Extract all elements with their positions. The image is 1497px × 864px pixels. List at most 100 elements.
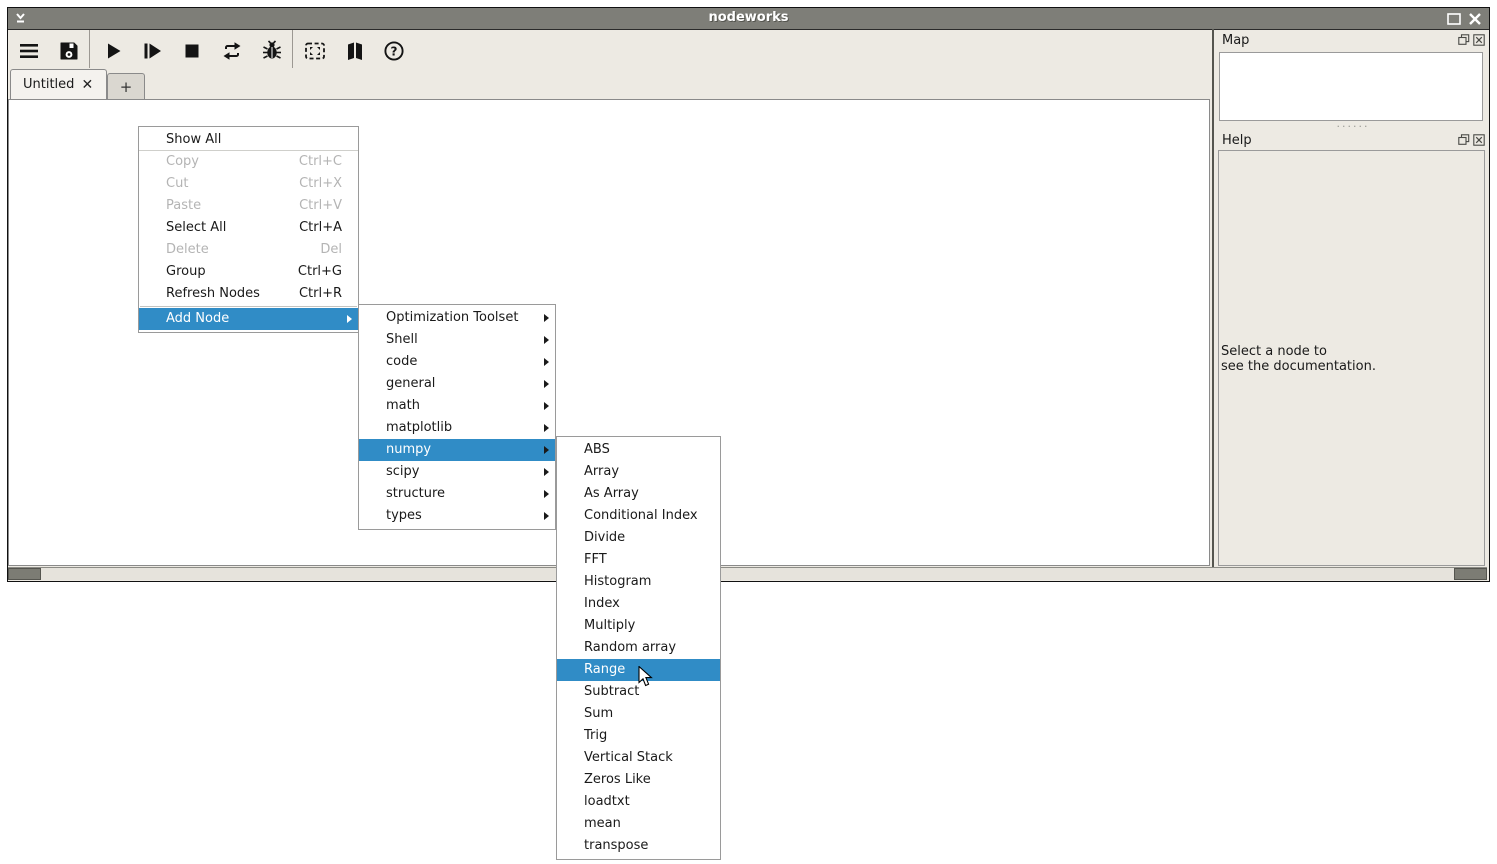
horizontal-scrollbar[interactable]: [8, 567, 1487, 580]
loop-icon: [220, 39, 244, 63]
stop-icon: [180, 39, 204, 63]
help-panel-title: Help: [1222, 133, 1252, 148]
menu-item-label: matplotlib: [386, 417, 452, 439]
map-panel-buttons: [1458, 34, 1485, 46]
stop-button[interactable]: [176, 35, 208, 67]
numpy-menu-item-random-array[interactable]: Random array: [557, 637, 720, 659]
save-button[interactable]: [53, 35, 85, 67]
tab-untitled[interactable]: Untitled ✕: [10, 69, 107, 99]
add-node-menu-item-code[interactable]: code: [359, 351, 555, 373]
numpy-menu-item-fft[interactable]: FFT: [557, 549, 720, 571]
menu-item-label: ABS: [584, 439, 610, 461]
fit-view-button[interactable]: [299, 35, 331, 67]
add-node-menu-item-matplotlib[interactable]: matplotlib: [359, 417, 555, 439]
menu-item-label: Paste: [166, 195, 201, 217]
map-icon: [343, 39, 367, 63]
numpy-menu-item-divide[interactable]: Divide: [557, 527, 720, 549]
numpy-menu-item-histogram[interactable]: Histogram: [557, 571, 720, 593]
scrollbar-end-block[interactable]: [1454, 568, 1487, 580]
menu-item-shortcut: Ctrl+C: [299, 151, 358, 173]
context-menu-item-select-all[interactable]: Select AllCtrl+A: [139, 217, 358, 239]
menu-item-label: Array: [584, 461, 619, 483]
close-box-icon[interactable]: [1473, 34, 1485, 46]
add-node-menu-item-math[interactable]: math: [359, 395, 555, 417]
menu-item-label: math: [386, 395, 420, 417]
menu-item-label: Copy: [166, 151, 199, 173]
add-node-menu-item-numpy[interactable]: numpy: [359, 439, 555, 461]
numpy-menu-item-mean[interactable]: mean: [557, 813, 720, 835]
debug-button[interactable]: [256, 35, 288, 67]
menu-item-label: Multiply: [584, 615, 635, 637]
panel-splitter-handle[interactable]: ······: [1308, 120, 1398, 133]
submenu-arrow-icon: [544, 468, 549, 476]
numpy-menu-item-array[interactable]: Array: [557, 461, 720, 483]
numpy-menu-item-abs[interactable]: ABS: [557, 439, 720, 461]
menu-item-label: Histogram: [584, 571, 651, 593]
context-menu-item-refresh-nodes[interactable]: Refresh NodesCtrl+R: [139, 283, 358, 305]
window-title: nodeworks: [8, 10, 1489, 25]
submenu-arrow-icon: [347, 315, 352, 323]
numpy-menu-item-transpose[interactable]: transpose: [557, 835, 720, 857]
menu-item-label: Conditional Index: [584, 505, 698, 527]
menu-item-label: Random array: [584, 637, 676, 659]
menu-button[interactable]: [13, 35, 45, 67]
map-view[interactable]: [1219, 52, 1483, 121]
add-node-submenu: Optimization ToolsetShellcodegeneralmath…: [358, 304, 556, 530]
numpy-menu-item-sum[interactable]: Sum: [557, 703, 720, 725]
desktop: nodeworks: [0, 0, 1497, 864]
help-button[interactable]: ?: [378, 35, 410, 67]
debug-icon: [260, 39, 284, 63]
numpy-menu-item-vertical-stack[interactable]: Vertical Stack: [557, 747, 720, 769]
menu-item-label: scipy: [386, 461, 419, 483]
menu-item-label: structure: [386, 483, 445, 505]
add-node-menu-item-structure[interactable]: structure: [359, 483, 555, 505]
numpy-menu-item-index[interactable]: Index: [557, 593, 720, 615]
float-icon[interactable]: [1458, 134, 1470, 146]
menu-item-shortcut: Del: [320, 239, 358, 261]
numpy-menu-item-loadtxt[interactable]: loadtxt: [557, 791, 720, 813]
run-icon: [101, 39, 125, 63]
numpy-menu-item-as-array[interactable]: As Array: [557, 483, 720, 505]
map-button[interactable]: [339, 35, 371, 67]
toolbar-separator: [292, 30, 293, 68]
menu-item-label: Show All: [166, 129, 221, 150]
submenu-arrow-icon: [544, 512, 549, 520]
mouse-cursor: [638, 666, 654, 688]
context-menu-item-group[interactable]: GroupCtrl+G: [139, 261, 358, 283]
menu-item-label: Sum: [584, 703, 613, 725]
tab-close-icon[interactable]: ✕: [81, 77, 93, 93]
submenu-arrow-icon: [544, 380, 549, 388]
numpy-menu-item-conditional-index[interactable]: Conditional Index: [557, 505, 720, 527]
numpy-menu-item-trig[interactable]: Trig: [557, 725, 720, 747]
run-button[interactable]: [97, 35, 129, 67]
add-node-menu-item-optimization-toolset[interactable]: Optimization Toolset: [359, 307, 555, 329]
help-content: Select a node to see the documentation.: [1218, 150, 1485, 566]
add-node-menu-item-scipy[interactable]: scipy: [359, 461, 555, 483]
new-tab-button[interactable]: +: [107, 73, 145, 99]
submenu-arrow-icon: [544, 314, 549, 322]
numpy-menu-item-zeros-like[interactable]: Zeros Like: [557, 769, 720, 791]
maximize-icon[interactable]: [1445, 11, 1463, 27]
menu-item-label: Range: [584, 659, 625, 681]
numpy-menu-item-multiply[interactable]: Multiply: [557, 615, 720, 637]
context-menu-item-add-node[interactable]: Add Node: [139, 308, 358, 330]
float-icon[interactable]: [1458, 34, 1470, 46]
submenu-arrow-icon: [544, 358, 549, 366]
scrollbar-thumb[interactable]: [8, 568, 41, 580]
close-box-icon[interactable]: [1473, 134, 1485, 146]
tab-label: Untitled: [23, 77, 74, 92]
loop-button[interactable]: [216, 35, 248, 67]
titlebar[interactable]: nodeworks: [8, 8, 1489, 30]
submenu-arrow-icon: [544, 490, 549, 498]
close-icon[interactable]: [1466, 11, 1484, 27]
context-menu-item-show-all[interactable]: Show All: [139, 129, 358, 151]
dock-splitter[interactable]: [1212, 29, 1214, 567]
menu-item-label: Group: [166, 261, 206, 283]
run-from-button[interactable]: [136, 35, 168, 67]
menu-item-shortcut: Ctrl+R: [299, 283, 358, 305]
add-node-menu-item-general[interactable]: general: [359, 373, 555, 395]
add-node-menu-item-shell[interactable]: Shell: [359, 329, 555, 351]
menu-item-label: loadtxt: [584, 791, 630, 813]
add-node-menu-item-types[interactable]: types: [359, 505, 555, 527]
menu-item-label: code: [386, 351, 417, 373]
